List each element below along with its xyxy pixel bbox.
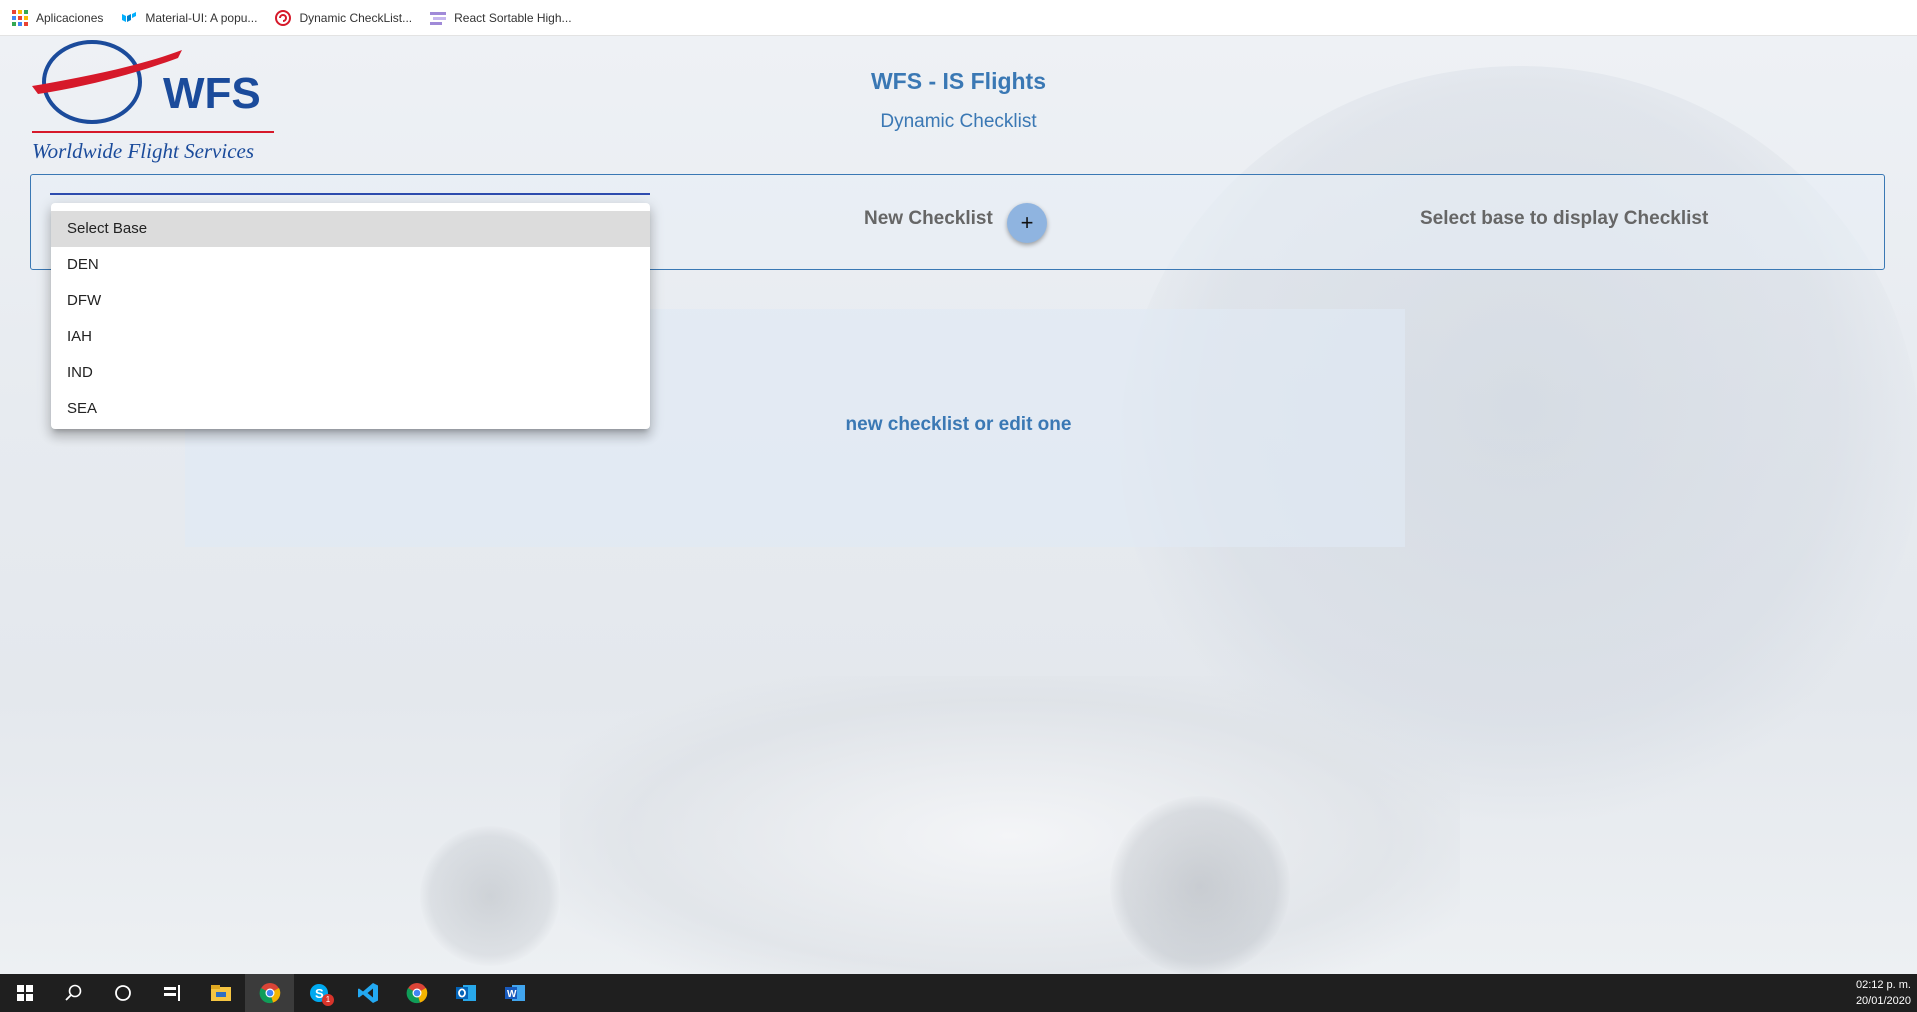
windows-taskbar: S 1 W 02:12 p. m. 20/01/2020 bbox=[0, 974, 1917, 1012]
skype-icon[interactable]: S 1 bbox=[294, 974, 343, 1012]
wfs-logo: WFS Worldwide Flight Services bbox=[30, 38, 280, 168]
plus-icon: + bbox=[1020, 210, 1034, 235]
clock-date: 20/01/2020 bbox=[1855, 995, 1911, 1007]
base-select-menu: Select Base DEN DFW IAH IND SEA bbox=[51, 203, 650, 429]
svg-text:W: W bbox=[507, 989, 517, 1000]
apps-grid-icon bbox=[12, 9, 28, 26]
bookmark-label: Aplicaciones bbox=[36, 10, 104, 25]
menu-item-iah[interactable]: IAH bbox=[51, 319, 650, 355]
dynamic-checklist-icon bbox=[275, 9, 292, 26]
bookmark-label: Dynamic CheckList... bbox=[299, 10, 413, 25]
chrome-icon[interactable] bbox=[392, 974, 441, 1012]
task-view-icon[interactable] bbox=[147, 974, 196, 1012]
bookmark-dynamic-checklist[interactable]: Dynamic CheckList... bbox=[275, 9, 413, 26]
system-clock[interactable]: 02:12 p. m. 20/01/2020 bbox=[1856, 977, 1911, 1009]
add-checklist-button[interactable]: + bbox=[1007, 203, 1047, 243]
skype-notification-badge: 1 bbox=[322, 994, 334, 1006]
display-hint: Select base to display Checklist bbox=[1420, 208, 1709, 229]
menu-item-sea[interactable]: SEA bbox=[51, 391, 650, 427]
bookmark-material-ui[interactable]: Material-UI: A popu... bbox=[121, 10, 257, 26]
menu-item-dfw[interactable]: DFW bbox=[51, 283, 650, 319]
background-vehicle-shape bbox=[560, 676, 1460, 974]
search-icon[interactable] bbox=[49, 974, 98, 1012]
page-title: WFS - IS Flights bbox=[870, 68, 1047, 94]
bookmark-apps[interactable]: Aplicaciones bbox=[12, 9, 104, 26]
react-sortable-icon bbox=[430, 10, 447, 26]
new-checklist-label: New Checklist bbox=[864, 208, 993, 229]
windows-start-icon[interactable] bbox=[0, 974, 49, 1012]
menu-item-den[interactable]: DEN bbox=[51, 247, 650, 283]
base-select-field[interactable] bbox=[50, 193, 650, 195]
cortana-icon[interactable] bbox=[98, 974, 147, 1012]
bookmark-label: React Sortable High... bbox=[454, 10, 572, 25]
file-explorer-icon[interactable] bbox=[196, 974, 245, 1012]
menu-item-select-base[interactable]: Select Base bbox=[51, 211, 650, 247]
material-ui-icon bbox=[121, 10, 137, 26]
clock-time: 02:12 p. m. bbox=[1855, 979, 1911, 991]
word-icon[interactable]: W bbox=[490, 974, 539, 1012]
bookmark-react-sortable[interactable]: React Sortable High... bbox=[430, 10, 572, 26]
vscode-icon[interactable] bbox=[343, 974, 392, 1012]
background-wheel-shape bbox=[420, 826, 560, 966]
bookmarks-bar: Aplicaciones Material-UI: A popu... Dyna… bbox=[0, 0, 1917, 36]
logo-tagline: Worldwide Flight Services bbox=[32, 139, 254, 163]
page-subtitle: Dynamic Checklist bbox=[880, 111, 1037, 132]
bookmark-label: Material-UI: A popu... bbox=[145, 10, 258, 25]
chrome-icon[interactable] bbox=[245, 974, 294, 1012]
outlook-icon[interactable] bbox=[441, 974, 490, 1012]
background-wheel-shape bbox=[1110, 796, 1290, 974]
menu-item-ind[interactable]: IND bbox=[51, 355, 650, 391]
